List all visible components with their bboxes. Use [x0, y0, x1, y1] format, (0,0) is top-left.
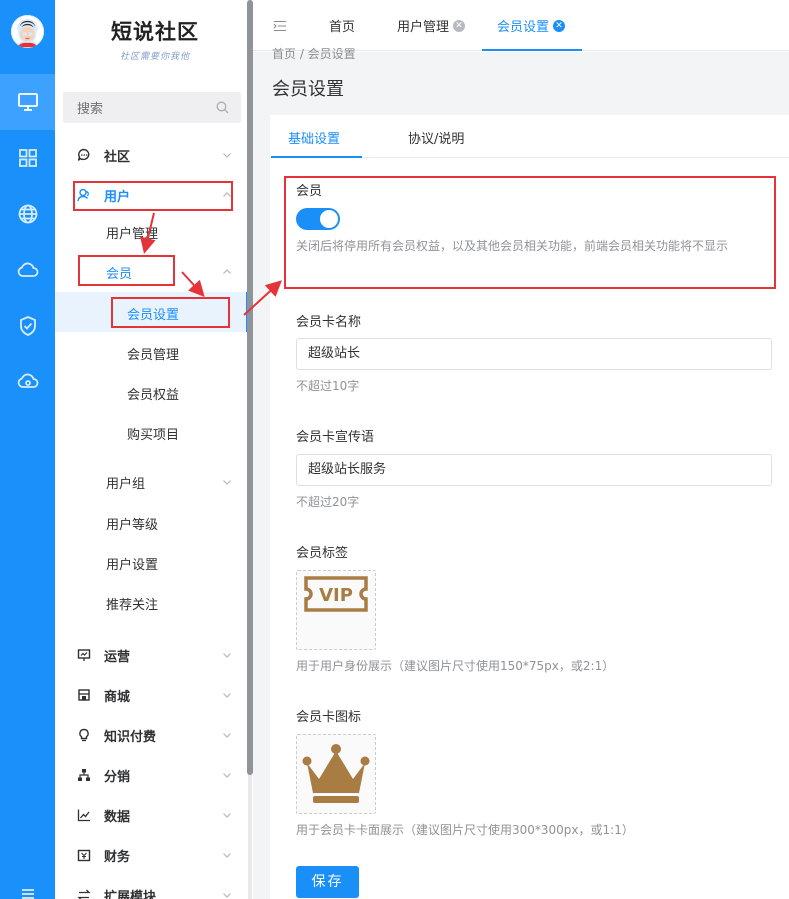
top-tab-bar: 首页 用户管理 ✕ 会员设置 ✕ [253, 0, 789, 51]
lightbulb-icon [77, 728, 91, 742]
rail-grid[interactable] [0, 130, 55, 186]
logo-subtitle: 社区需要你我他 [119, 52, 190, 62]
subtab-active-underline [271, 156, 362, 158]
search-input[interactable]: 搜索 [63, 92, 241, 123]
chevron-down-icon [223, 853, 231, 858]
save-button[interactable]: 保存 [296, 866, 359, 898]
tab-member-settings[interactable]: 会员设置 ✕ [497, 0, 566, 51]
toggle-knob [320, 210, 338, 228]
chevron-down-icon [223, 893, 231, 898]
chevron-down-icon [223, 813, 231, 818]
avatar[interactable] [11, 15, 44, 48]
logo-title: 短说社区 [111, 19, 199, 44]
card-icon-upload[interactable] [296, 734, 376, 814]
sidebar-item-user-level[interactable]: 用户等级 [106, 514, 158, 533]
sidebar-item-operation[interactable]: 运营 [55, 635, 248, 675]
card-icon-label: 会员卡图标 [296, 710, 362, 725]
sidebar-item-user[interactable]: 用户 [55, 175, 248, 215]
sidebar: 短说社区 社区需要你我他 搜索 社区 用户 用户管理 会员 会员设置 会员管理 … [55, 0, 249, 899]
card-name-input[interactable]: 超级站长 [296, 338, 772, 370]
sidebar-item-community[interactable]: 社区 [55, 135, 248, 175]
member-hint: 关闭后将停用所有会员权益，以及其他会员相关功能，前端会员相关功能将不显示 [296, 239, 729, 253]
user-icon [77, 188, 91, 202]
chevron-down-icon [223, 153, 231, 158]
shield-icon [19, 316, 36, 336]
sidebar-item-distribution[interactable]: 分销 [55, 755, 248, 795]
collapse-sidebar-button[interactable] [273, 0, 287, 51]
avatar-icon [11, 15, 44, 48]
sidebar-item-member-settings[interactable]: 会员设置 [127, 304, 179, 323]
tab-agreement[interactable]: 协议/说明 [408, 128, 464, 147]
tab-user-manage[interactable]: 用户管理 ✕ [397, 0, 466, 51]
indent-icon [273, 20, 286, 31]
chevron-down-icon [223, 773, 231, 778]
close-icon[interactable]: ✕ [553, 19, 566, 32]
sidebar-item-member-rights[interactable]: 会员权益 [127, 384, 179, 403]
rail-monitor[interactable] [0, 74, 55, 130]
card-icon-hint: 用于会员卡卡面展示（建议图片尺寸使用300*300px，或1:1） [296, 823, 634, 837]
hierarchy-icon [77, 768, 91, 782]
slogan-input[interactable]: 超级站长服务 [296, 454, 772, 486]
slogan-hint: 不超过20字 [296, 495, 360, 509]
wallet-icon [77, 848, 91, 862]
chevron-down-icon [223, 733, 231, 738]
icon-rail [0, 0, 55, 899]
sidebar-item-member[interactable]: 会员 [55, 252, 248, 292]
grid-icon [18, 149, 37, 167]
sidebar-item-knowledge-pay[interactable]: 知识付费 [55, 715, 248, 755]
sidebar-item-mall[interactable]: 商城 [55, 675, 248, 715]
monitor-icon [17, 93, 38, 111]
sidebar-item-member-manage[interactable]: 会员管理 [127, 344, 179, 363]
swap-icon [77, 888, 91, 899]
chevron-down-icon [223, 480, 231, 485]
chevron-up-icon [223, 269, 231, 274]
chevron-down-icon [223, 653, 231, 658]
sidebar-item-recommend-follow[interactable]: 推荐关注 [106, 594, 158, 613]
breadcrumb: 首页 / 会员设置 [272, 47, 356, 61]
chat-icon [77, 148, 91, 162]
sidebar-item-user-manage[interactable]: 用户管理 [106, 223, 158, 242]
collapse-menu-icon [21, 889, 34, 899]
sidebar-item-user-settings[interactable]: 用户设置 [106, 554, 158, 573]
tag-hint: 用于用户身份展示（建议图片尺寸使用150*75px，或2:1） [296, 659, 615, 673]
tab-basic-settings[interactable]: 基础设置 [288, 128, 340, 147]
sidebar-item-extensions[interactable]: 扩展模块 [55, 875, 248, 899]
tab-home[interactable]: 首页 [329, 0, 355, 51]
active-tab-underline [482, 49, 582, 51]
member-label: 会员 [296, 184, 323, 199]
sidebar-item-finance[interactable]: 财务 [55, 835, 248, 875]
rail-cloud-settings[interactable] [0, 354, 55, 410]
sidebar-item-data[interactable]: 数据 [55, 795, 248, 835]
cloud-settings-icon [17, 373, 38, 388]
vip-badge-icon: VIP [304, 576, 368, 612]
rail-shield[interactable] [0, 298, 55, 354]
globe-icon [18, 204, 37, 224]
presentation-icon [77, 648, 91, 662]
store-icon [77, 688, 91, 702]
sidebar-item-user-group[interactable]: 用户组 [55, 462, 248, 502]
line-chart-icon [77, 808, 91, 822]
chevron-down-icon [223, 693, 231, 698]
crown-icon [302, 744, 370, 803]
search-placeholder: 搜索 [77, 102, 104, 117]
member-toggle[interactable] [296, 208, 340, 230]
close-icon[interactable]: ✕ [453, 19, 466, 32]
logo: 短说社区 社区需要你我他 [95, 16, 215, 62]
cloud-icon [17, 262, 38, 277]
sidebar-item-purchase-items[interactable]: 购买项目 [127, 424, 179, 443]
slogan-label: 会员卡宣传语 [296, 430, 375, 445]
card-name-label: 会员卡名称 [296, 315, 362, 330]
search-icon [216, 101, 229, 114]
rail-cloud[interactable] [0, 242, 55, 298]
rail-collapse[interactable] [0, 866, 55, 899]
tag-image-upload[interactable]: VIP [296, 570, 376, 650]
page-title: 会员设置 [272, 79, 344, 100]
rail-globe[interactable] [0, 186, 55, 242]
chevron-up-icon [223, 192, 231, 197]
vip-text: VIP [319, 585, 353, 606]
card-name-hint: 不超过10字 [296, 379, 360, 393]
tag-label: 会员标签 [296, 546, 349, 561]
